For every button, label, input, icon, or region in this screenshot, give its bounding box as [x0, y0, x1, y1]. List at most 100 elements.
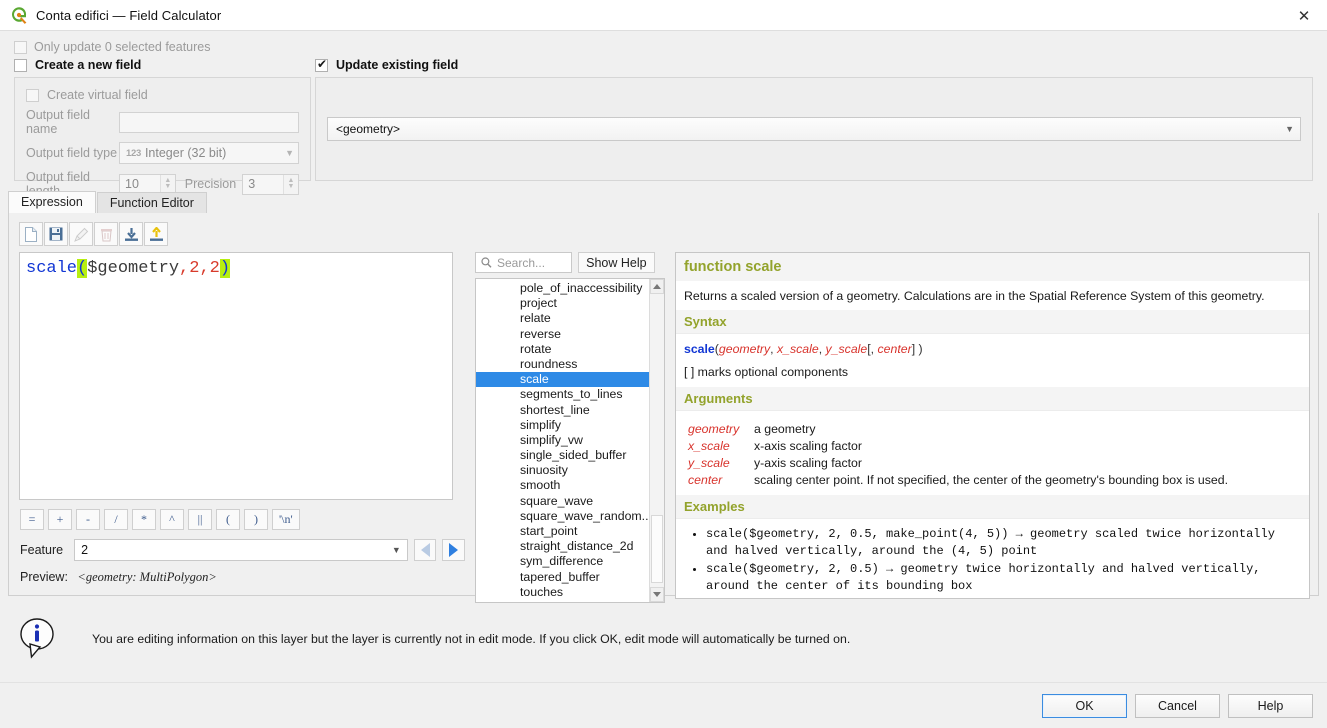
operator-newline-button[interactable]: '\n': [272, 509, 300, 530]
list-item[interactable]: transform: [476, 600, 664, 603]
next-feature-icon[interactable]: [442, 539, 465, 561]
operator-minus-button[interactable]: -: [76, 509, 100, 530]
output-field-type-select[interactable]: 123 Integer (32 bit) ▼: [119, 142, 299, 164]
edit-expression-icon: [69, 222, 93, 246]
list-item[interactable]: touches: [476, 585, 664, 600]
list-item[interactable]: roundness: [476, 357, 664, 372]
output-field-length-value: 10: [125, 177, 139, 191]
operator-open-paren-button[interactable]: (: [216, 509, 240, 530]
scrollbar-thumb[interactable]: [651, 515, 663, 583]
tab-expression[interactable]: Expression: [8, 191, 96, 213]
output-field-name-label: Output field name: [26, 108, 119, 136]
create-new-field-checkbox[interactable]: [14, 59, 27, 72]
show-help-button[interactable]: Show Help: [578, 252, 655, 273]
list-item[interactable]: tapered_buffer: [476, 570, 664, 585]
new-expression-icon[interactable]: [19, 222, 43, 246]
help-optional-note: [ ] marks optional components: [676, 363, 1309, 387]
function-list[interactable]: pole_of_inaccessibility project relate r…: [475, 278, 665, 603]
list-item[interactable]: simplify_vw: [476, 433, 664, 448]
chevron-down-icon: ▼: [1285, 124, 1294, 134]
argument-description: y-axis scaling factor: [754, 455, 862, 472]
create-new-field-header[interactable]: Create a new field: [14, 58, 311, 72]
list-item[interactable]: rotate: [476, 342, 664, 357]
function-list-scrollbar[interactable]: [649, 279, 664, 602]
help-button[interactable]: Help: [1228, 694, 1313, 718]
list-item[interactable]: simplify: [476, 418, 664, 433]
operator-close-paren-button[interactable]: ): [244, 509, 268, 530]
cancel-button[interactable]: Cancel: [1135, 694, 1220, 718]
expression-input[interactable]: scale($geometry,2,2): [19, 252, 453, 500]
scroll-down-icon[interactable]: [650, 587, 664, 602]
list-item[interactable]: single_sided_buffer: [476, 448, 664, 463]
output-field-type-row: Output field type 123 Integer (32 bit) ▼: [26, 142, 299, 164]
function-list-items: pole_of_inaccessibility project relate r…: [476, 279, 664, 603]
create-virtual-field-checkbox[interactable]: [26, 89, 39, 102]
tabbar: Expression Function Editor: [8, 191, 1327, 213]
function-help-pane: function scale Returns a scaled version …: [667, 252, 1312, 599]
window-title: Conta edifici — Field Calculator: [36, 8, 221, 23]
list-item[interactable]: square_wave: [476, 494, 664, 509]
only-update-selected-row[interactable]: Only update 0 selected features: [0, 31, 1327, 58]
list-item[interactable]: square_wave_random...: [476, 509, 664, 524]
operator-plus-button[interactable]: +: [48, 509, 72, 530]
search-input[interactable]: Search...: [475, 252, 572, 273]
list-item[interactable]: relate: [476, 311, 664, 326]
operator-divide-button[interactable]: /: [104, 509, 128, 530]
import-expressions-icon[interactable]: [119, 222, 143, 246]
syntax-part: [,: [867, 342, 877, 356]
argument-name: geometry: [688, 421, 754, 438]
expr-token: scale: [26, 259, 77, 278]
list-item[interactable]: sinuosity: [476, 463, 664, 478]
operator-power-button[interactable]: ^: [160, 509, 184, 530]
argument-name: x_scale: [688, 438, 754, 455]
existing-field-groupbox: <geometry> ▼: [315, 77, 1313, 181]
list-item[interactable]: pole_of_inaccessibility: [476, 281, 664, 296]
list-item[interactable]: segments_to_lines: [476, 387, 664, 402]
argument-row: geometry a geometry: [688, 421, 1301, 438]
list-item-scale-selected[interactable]: scale: [476, 372, 664, 387]
syntax-part: y_scale: [826, 342, 868, 356]
existing-field-select[interactable]: <geometry> ▼: [327, 117, 1301, 141]
example-item: scale($geometry, 2, 0.5) → geometry twic…: [706, 561, 1301, 595]
output-field-name-row: Output field name: [26, 108, 299, 136]
operator-multiply-button[interactable]: *: [132, 509, 156, 530]
create-virtual-field-row[interactable]: Create virtual field: [26, 88, 299, 102]
ok-button[interactable]: OK: [1042, 694, 1127, 718]
update-existing-field-checkbox[interactable]: [315, 59, 328, 72]
operator-concat-button[interactable]: ||: [188, 509, 212, 530]
argument-row: y_scale y-axis scaling factor: [688, 455, 1301, 472]
only-update-selected-checkbox[interactable]: [14, 41, 27, 54]
save-expression-icon[interactable]: [44, 222, 68, 246]
close-icon[interactable]: ✕: [1281, 0, 1327, 31]
argument-description: scaling center point. If not specified, …: [754, 472, 1228, 489]
expr-token: $geometry: [87, 259, 179, 278]
expr-token: 2: [189, 259, 199, 278]
scroll-up-icon[interactable]: [650, 279, 664, 294]
qgis-logo-icon: [10, 6, 28, 24]
list-item[interactable]: start_point: [476, 524, 664, 539]
help-arguments-table: geometry a geometry x_scale x-axis scali…: [676, 411, 1309, 495]
list-item[interactable]: straight_distance_2d: [476, 539, 664, 554]
update-existing-field-label: Update existing field: [336, 58, 458, 72]
list-item[interactable]: project: [476, 296, 664, 311]
expr-token: ,: [199, 259, 209, 278]
update-existing-field-header[interactable]: Update existing field: [315, 58, 1313, 72]
list-item[interactable]: smooth: [476, 478, 664, 493]
operator-equals-button[interactable]: =: [20, 509, 44, 530]
previous-feature-icon[interactable]: [414, 539, 437, 561]
preview-label: Preview:: [20, 570, 68, 584]
syntax-part: ,: [819, 342, 826, 356]
list-item[interactable]: sym_difference: [476, 554, 664, 569]
precision-value: 3: [248, 177, 255, 191]
list-item[interactable]: shortest_line: [476, 403, 664, 418]
export-expressions-icon[interactable]: [144, 222, 168, 246]
expr-token: ,: [179, 259, 189, 278]
feature-select[interactable]: 2 ▼: [74, 539, 408, 561]
tab-function-editor[interactable]: Function Editor: [97, 192, 207, 213]
list-item[interactable]: reverse: [476, 327, 664, 342]
output-field-name-input[interactable]: [119, 112, 299, 133]
update-existing-field-section: Update existing field <geometry> ▼: [311, 58, 1327, 181]
syntax-part: geometry: [719, 342, 770, 356]
new-field-groupbox: Create virtual field Output field name O…: [14, 77, 311, 181]
feature-value: 2: [81, 543, 88, 557]
